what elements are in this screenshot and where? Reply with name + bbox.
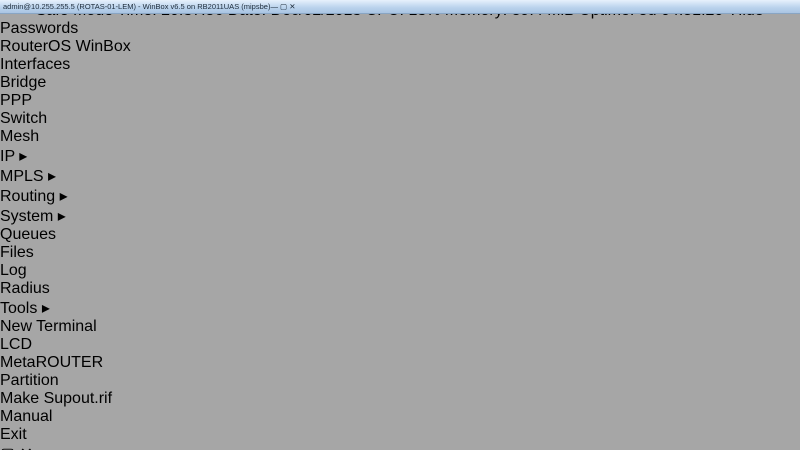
sidebar-item-label: IP (0, 148, 15, 165)
sidebar-item[interactable]: Interfaces (0, 56, 800, 74)
minimize-button[interactable]: — (270, 2, 278, 11)
sidebar-item[interactable]: Files (0, 244, 800, 262)
sidebar-item[interactable]: Make Supout.rif (0, 390, 800, 408)
sidebar-item-label: Queues (0, 226, 56, 243)
sidebar-item-label: Log (0, 262, 27, 279)
sidebar-item-label: PPP (0, 92, 32, 109)
sidebar-item-label: MetaROUTER (0, 354, 103, 371)
sidebar-item[interactable]: MPLS ▸ (0, 166, 800, 186)
sidebar-item-label: Tools (0, 300, 37, 317)
sidebar-item[interactable]: New Terminal (0, 318, 800, 336)
brand-text: RouterOS WinBox (0, 38, 131, 55)
main-titlebar[interactable]: admin@10.255.255.5 (ROTAS-01-LEM) - WinB… (0, 0, 800, 14)
sidebar-item[interactable]: Tools ▸ (0, 298, 800, 318)
close-button[interactable]: ✕ (289, 2, 295, 11)
submenu-arrow-icon: ▸ (58, 208, 66, 225)
sidebar-item[interactable]: Switch (0, 110, 800, 128)
workspace: ▢ ✕ all ▼ memory system, info, account u… (0, 444, 800, 450)
log-maximize-button[interactable]: ▢ (0, 446, 15, 450)
sidebar-item-label: Mesh (0, 128, 39, 145)
sidebar-item[interactable]: Partition (0, 372, 800, 390)
sidebar-item-label: LCD (0, 336, 32, 353)
sidebar-item[interactable]: Queues (0, 226, 800, 244)
sidebar-item[interactable]: Bridge (0, 74, 800, 92)
sidebar-item[interactable]: System ▸ (0, 206, 800, 226)
log-window-titlebar[interactable]: ▢ ✕ (0, 444, 800, 450)
sidebar-item-label: New Terminal (0, 318, 97, 335)
sidebar-item-label: System (0, 208, 53, 225)
submenu-arrow-icon: ▸ (60, 188, 68, 205)
sidebar-item[interactable]: Mesh (0, 128, 800, 146)
sidebar-item-label: Routing (0, 188, 55, 205)
log-window-controls: ▢ ✕ (0, 446, 33, 450)
brand-strip: RouterOS WinBox (0, 38, 800, 56)
sidebar-item-label: Partition (0, 372, 59, 389)
window-controls: — ▢ ✕ (270, 2, 295, 11)
sidebar-item-label: Bridge (0, 74, 46, 91)
maximize-button[interactable]: ▢ (280, 2, 287, 11)
sidebar-item[interactable]: PPP (0, 92, 800, 110)
sidebar-item-label: Exit (0, 426, 27, 443)
sidebar-item-label: Switch (0, 110, 47, 127)
sidebar-item[interactable]: Log (0, 262, 800, 280)
sidebar-item[interactable]: IP ▸ (0, 146, 800, 166)
submenu-arrow-icon: ▸ (19, 148, 27, 165)
sidebar-item[interactable]: LCD (0, 336, 800, 354)
sidebar-item-label: Files (0, 244, 34, 261)
log-window: ▢ ✕ all ▼ memory system, info, account u… (0, 444, 800, 450)
sidebar-item-label: Radius (0, 280, 50, 297)
sidebar-item-label: Manual (0, 408, 52, 425)
sidebar-item-label: Interfaces (0, 56, 70, 73)
sidebar-item-label: Make Supout.rif (0, 390, 112, 407)
sidebar-item[interactable]: Radius (0, 280, 800, 298)
sidebar-item[interactable]: Manual (0, 408, 800, 426)
sidebar-item[interactable]: Routing ▸ (0, 186, 800, 206)
window-title: admin@10.255.255.5 (ROTAS-01-LEM) - WinB… (3, 2, 270, 11)
log-close-button[interactable]: ✕ (20, 446, 33, 450)
sidebar-menu: Interfaces Bridge PPP Switch Mesh I (0, 56, 800, 444)
sidebar-item[interactable]: Exit (0, 426, 800, 444)
submenu-arrow-icon: ▸ (48, 168, 56, 185)
sidebar-item[interactable]: MetaROUTER (0, 354, 800, 372)
submenu-arrow-icon: ▸ (42, 300, 50, 317)
sidebar-item-label: MPLS (0, 168, 44, 185)
